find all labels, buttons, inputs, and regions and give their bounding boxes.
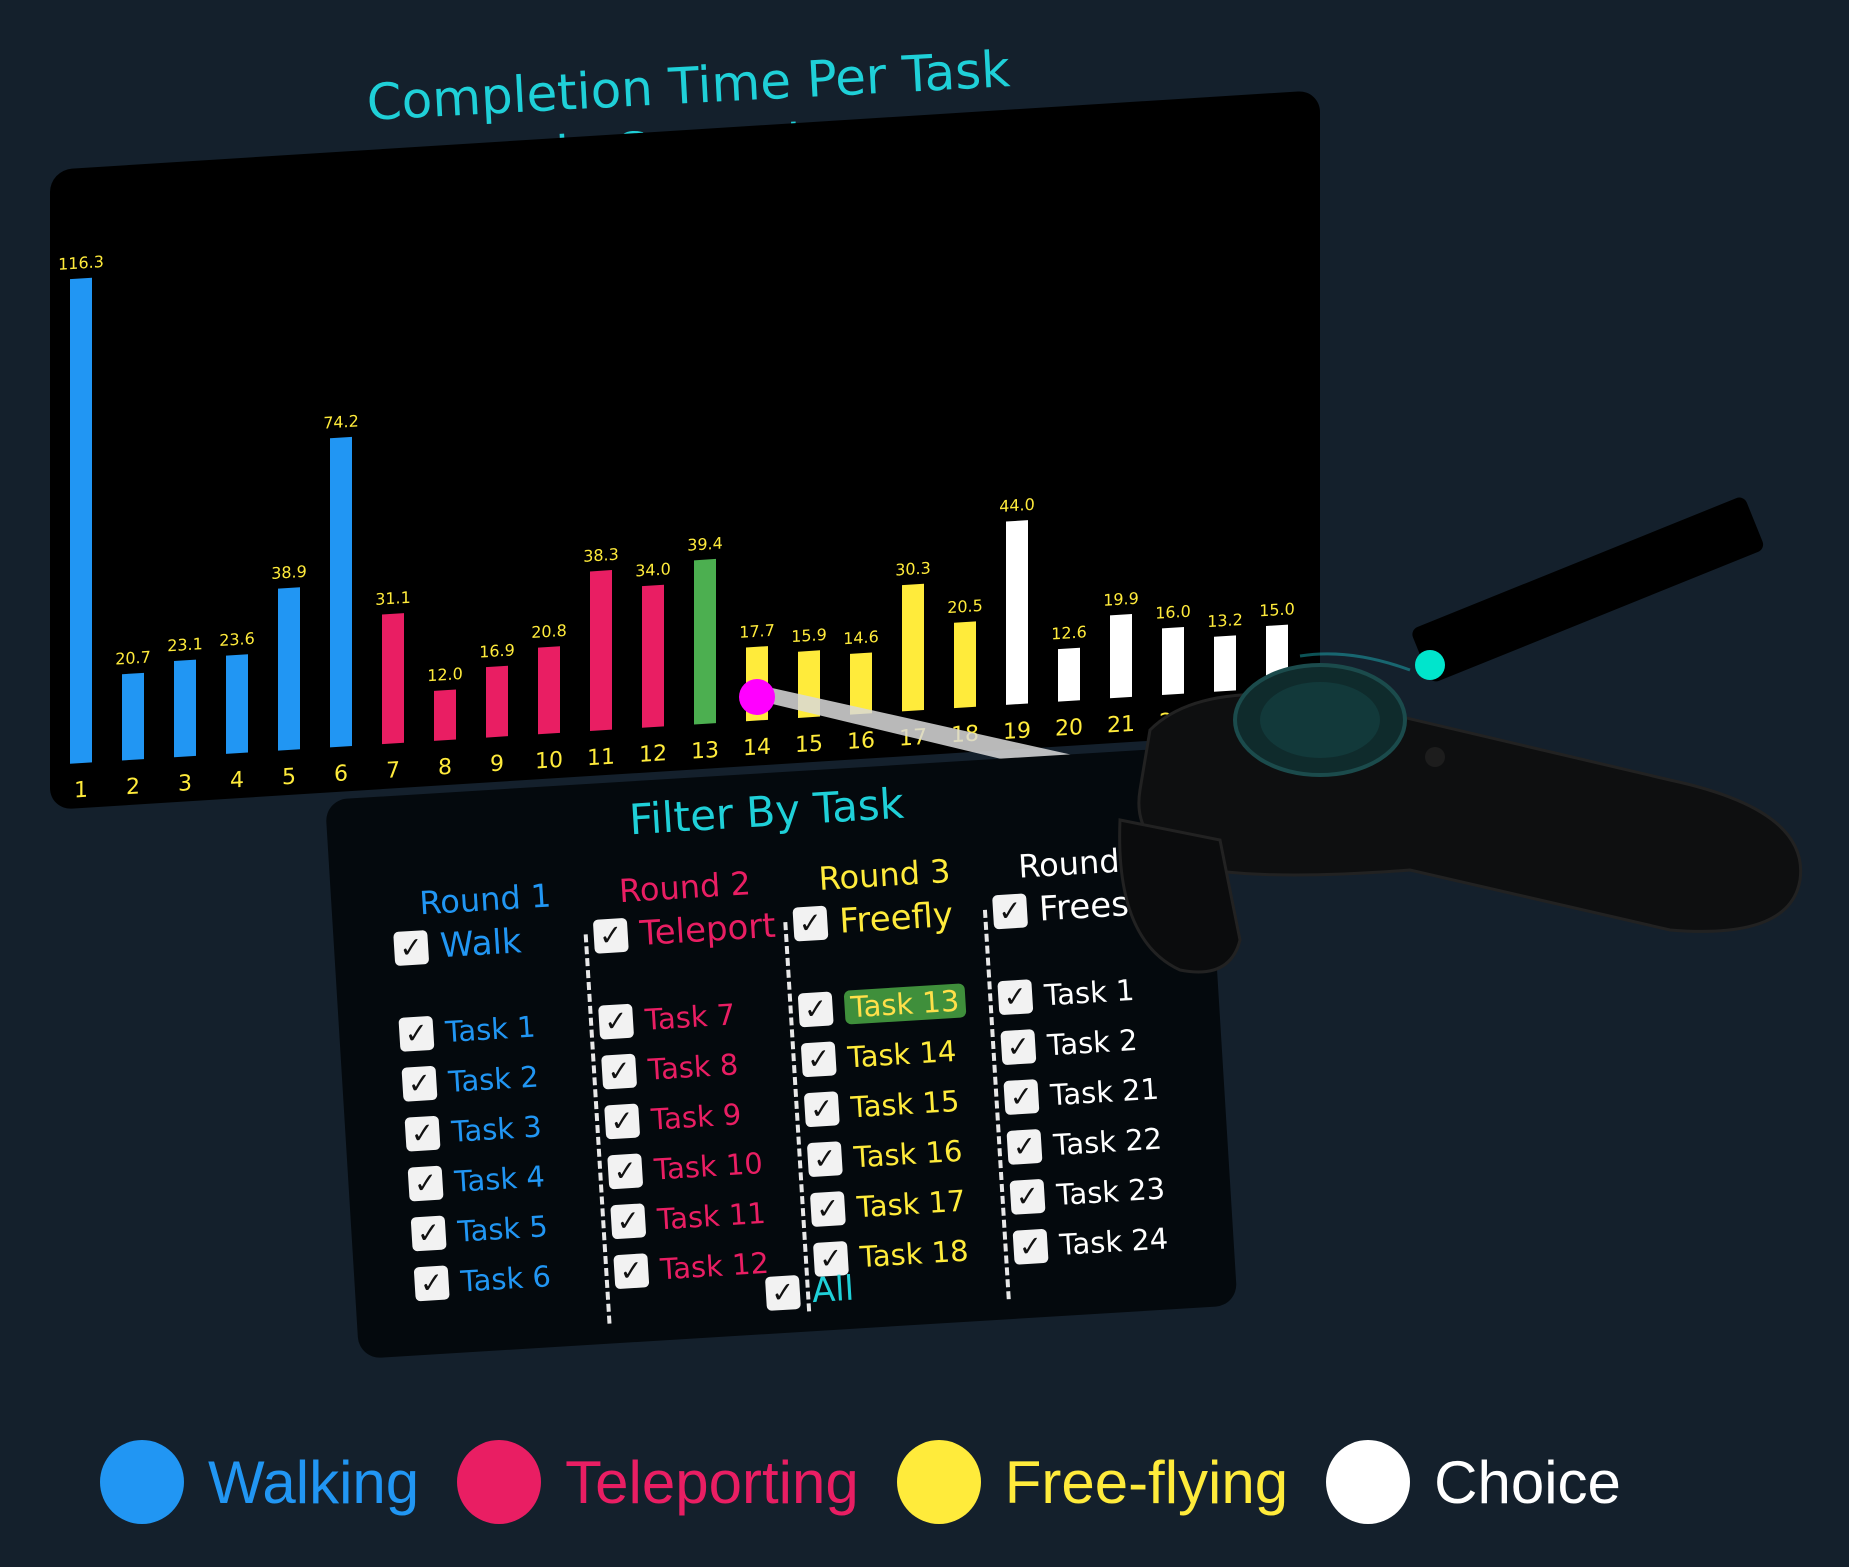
legend-dot <box>457 1440 542 1524</box>
checkbox-checked-icon[interactable]: ✓ <box>398 1015 435 1052</box>
task-filter-label: Task 7 <box>643 997 737 1037</box>
checkbox-checked-icon[interactable]: ✓ <box>601 1053 638 1090</box>
task-filter-label: Task 23 <box>1055 1171 1167 1213</box>
filter-all-label: All <box>810 1268 856 1312</box>
task-filter-option[interactable]: ✓ Task 24 <box>1012 1211 1215 1273</box>
task-filter-label: Task 3 <box>450 1109 543 1149</box>
round-group-label: Freefly <box>838 894 955 942</box>
task-filter-label: Task 16 <box>852 1133 964 1175</box>
legend-label: Walking <box>208 1448 420 1516</box>
checkbox-checked-icon[interactable]: ✓ <box>607 1153 644 1190</box>
checkbox-checked-icon[interactable]: ✓ <box>792 905 829 942</box>
checkbox-checked-icon[interactable]: ✓ <box>1009 1178 1046 1215</box>
legend-item-walking: Walking <box>100 1440 419 1524</box>
filter-round-1: Round 1 ✓ Walk ✓ Task 1 ✓ Task 2 ✓ Task 3 ✓ Task 4… <box>390 874 616 1309</box>
task-filter-label: Task 22 <box>1052 1121 1163 1163</box>
checkbox-checked-icon[interactable]: ✓ <box>1003 1079 1040 1116</box>
task-filter-label: Task 21 <box>1049 1071 1160 1113</box>
checkbox-checked-icon[interactable]: ✓ <box>610 1203 647 1240</box>
legend-item-choice: Choice <box>1326 1440 1621 1524</box>
checkbox-checked-icon[interactable]: ✓ <box>1000 1029 1037 1066</box>
checkbox-checked-icon[interactable]: ✓ <box>592 917 629 954</box>
vr-controller-icon <box>1118 650 1803 974</box>
task-filter-label: Task 4 <box>453 1159 546 1199</box>
task-filter-label: Task 1 <box>444 1009 537 1050</box>
pointer-dot <box>739 679 775 715</box>
task-filter-label: Task 8 <box>647 1047 740 1087</box>
legend-label: Free-flying <box>1004 1448 1289 1516</box>
task-filter-label: Task 2 <box>1046 1022 1139 1063</box>
task-filter-label: Task 14 <box>846 1033 958 1075</box>
checkbox-checked-icon[interactable]: ✓ <box>604 1103 641 1140</box>
checkbox-checked-icon[interactable]: ✓ <box>401 1065 438 1102</box>
checkbox-checked-icon[interactable]: ✓ <box>797 991 834 1028</box>
legend-label: Teleporting <box>565 1448 859 1516</box>
round-group-label: Teleport <box>638 905 777 954</box>
checkbox-checked-icon[interactable]: ✓ <box>1012 1228 1049 1265</box>
legend: Walking Teleporting Free-flying Choice <box>100 1440 1659 1524</box>
checkbox-checked-icon[interactable]: ✓ <box>1006 1128 1043 1165</box>
task-filter-label: Task 10 <box>653 1145 764 1187</box>
checkbox-checked-icon[interactable]: ✓ <box>764 1274 801 1311</box>
task-filter-label: Task 13 <box>843 983 967 1025</box>
filter-all-option[interactable]: ✓ All <box>764 1268 856 1314</box>
task-filter-option[interactable]: ✓ Task 6 <box>413 1247 616 1309</box>
filter-panel: Filter By Task Round 1 ✓ Walk ✓ Task 1 ✓ Task … <box>325 746 1238 1359</box>
checkbox-checked-icon[interactable]: ✓ <box>803 1091 840 1128</box>
legend-item-free-flying: Free-flying <box>896 1440 1289 1524</box>
checkbox-checked-icon[interactable]: ✓ <box>806 1141 843 1178</box>
checkbox-checked-icon[interactable]: ✓ <box>393 930 430 967</box>
task-filter-label: Task 11 <box>656 1195 767 1237</box>
task-filter-label: Task 6 <box>459 1259 552 1299</box>
task-filter-label: Task 12 <box>659 1245 770 1287</box>
legend-label: Choice <box>1434 1448 1621 1516</box>
checkbox-checked-icon[interactable]: ✓ <box>992 893 1029 930</box>
task-filter-label: Task 18 <box>858 1233 970 1275</box>
task-filter-label: Task 17 <box>855 1183 967 1225</box>
legend-dot <box>1326 1440 1411 1524</box>
checkbox-checked-icon[interactable]: ✓ <box>410 1215 447 1252</box>
checkbox-checked-icon[interactable]: ✓ <box>613 1253 650 1290</box>
task-filter-label: Task 9 <box>650 1097 743 1137</box>
task-filter-label: Task 5 <box>456 1209 549 1249</box>
checkbox-checked-icon[interactable]: ✓ <box>800 1041 837 1078</box>
filter-round-3: Round 3 ✓ Freefly ✓ Task 13 ✓ Task 14 ✓ Task 15 ✓… <box>790 850 1016 1285</box>
checkbox-checked-icon[interactable]: ✓ <box>809 1191 846 1228</box>
checkbox-checked-icon[interactable]: ✓ <box>404 1115 441 1152</box>
legend-dot <box>100 1440 184 1524</box>
task-filter-label: Task 2 <box>447 1059 540 1099</box>
legend-dot <box>896 1440 981 1524</box>
filter-round-2: Round 2 ✓ Teleport ✓ Task 7 ✓ Task 8 ✓ Task 9 ✓ Ta… <box>590 862 816 1297</box>
round-group-label: Walk <box>438 921 523 967</box>
checkbox-checked-icon[interactable]: ✓ <box>407 1165 444 1202</box>
legend-item-teleporting: Teleporting <box>457 1440 859 1524</box>
task-filter-label: Task 15 <box>849 1083 961 1125</box>
checkbox-checked-icon[interactable]: ✓ <box>598 1003 635 1040</box>
checkbox-checked-icon[interactable]: ✓ <box>413 1265 450 1302</box>
task-filter-label: Task 24 <box>1058 1221 1170 1262</box>
checkbox-checked-icon[interactable]: ✓ <box>997 979 1034 1016</box>
